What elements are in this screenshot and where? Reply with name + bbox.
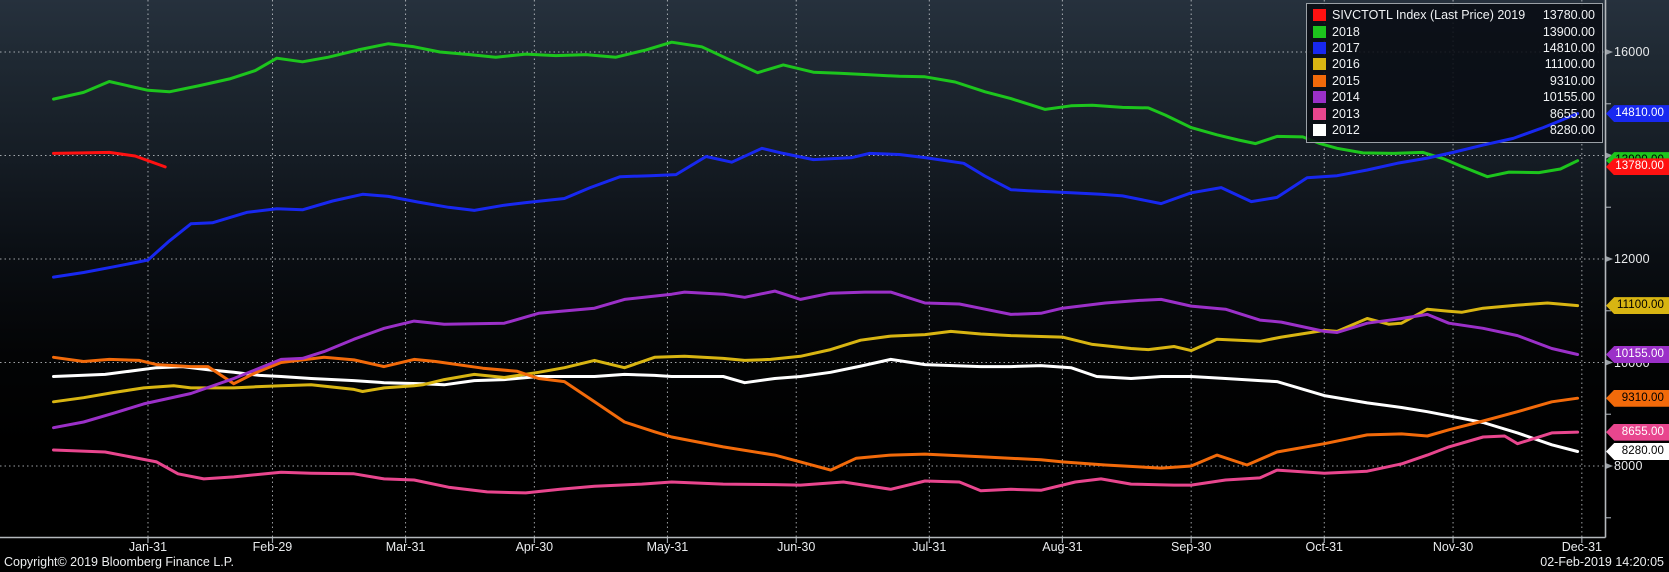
price-flag-2012: 8280.00 <box>1606 443 1669 460</box>
bloomberg-seasonal-chart-window: 1600012000100008000 Jan-31Feb-29Mar-31Ap… <box>0 0 1669 572</box>
y-axis-label: 12000 <box>1614 251 1668 267</box>
x-axis-label: May-31 <box>635 540 699 555</box>
price-flag-2016: 11100.00 <box>1606 297 1669 314</box>
legend-row-2013[interactable]: 2013 8655.00 <box>1313 105 1595 121</box>
series-line-2013[interactable] <box>54 432 1578 493</box>
series-line-2014[interactable] <box>54 291 1578 428</box>
legend-row-2017[interactable]: 2017 14810.00 <box>1313 40 1595 56</box>
x-axis-label: Feb-29 <box>240 540 304 555</box>
legend-swatch-icon <box>1313 124 1326 136</box>
price-flag-2017: 14810.00 <box>1606 105 1669 122</box>
y-axis-label: 16000 <box>1614 44 1668 60</box>
legend-row-2019[interactable]: SIVCTOTL Index (Last Price) 2019 13780.00 <box>1313 7 1595 23</box>
legend-series-label: 2013 <box>1332 107 1360 121</box>
legend-swatch-icon <box>1313 42 1326 54</box>
legend-swatch-icon <box>1313 108 1326 120</box>
legend-row-2012[interactable]: 2012 8280.00 <box>1313 122 1595 138</box>
legend-swatch-icon <box>1313 26 1326 38</box>
price-flag-2019: 13780.00 <box>1606 158 1669 175</box>
legend-series-label: 2018 <box>1332 25 1360 39</box>
legend-series-label: 2014 <box>1332 90 1360 104</box>
x-axis-label: Jun-30 <box>764 540 828 555</box>
legend-swatch-icon <box>1313 91 1326 103</box>
legend-row-2016[interactable]: 2016 11100.00 <box>1313 56 1595 72</box>
legend-series-value: 13780.00 <box>1543 8 1595 22</box>
x-axis-label: Aug-31 <box>1030 540 1094 555</box>
x-axis-label: Dec-31 <box>1550 540 1614 555</box>
legend-swatch-icon <box>1313 75 1326 87</box>
legend-series-value: 10155.00 <box>1543 90 1595 104</box>
legend-series-label: SIVCTOTL Index (Last Price) 2019 <box>1332 8 1525 22</box>
price-flag-2013: 8655.00 <box>1606 424 1669 441</box>
legend-row-2014[interactable]: 2014 10155.00 <box>1313 89 1595 105</box>
legend-series-label: 2012 <box>1332 123 1360 137</box>
x-axis-label: Nov-30 <box>1421 540 1485 555</box>
x-axis-label: Jan-31 <box>116 540 180 555</box>
copyright-text: Copyright© 2019 Bloomberg Finance L.P. <box>4 555 234 569</box>
series-line-2016[interactable] <box>54 303 1578 402</box>
y-axis-label: 8000 <box>1614 458 1668 474</box>
legend-series-value: 14810.00 <box>1543 41 1595 55</box>
x-axis-label: Mar-31 <box>374 540 438 555</box>
chart-legend: SIVCTOTL Index (Last Price) 2019 13780.00… <box>1307 4 1602 142</box>
price-flag-2015: 9310.00 <box>1606 390 1669 407</box>
timestamp-text: 02-Feb-2019 14:20:05 <box>1540 555 1664 569</box>
legend-series-label: 2016 <box>1332 57 1360 71</box>
legend-series-value: 8280.00 <box>1550 123 1595 137</box>
price-flag-2014: 10155.00 <box>1606 346 1669 363</box>
series-line-2019[interactable] <box>54 152 166 167</box>
legend-swatch-icon <box>1313 9 1326 21</box>
legend-series-value: 9310.00 <box>1550 74 1595 88</box>
legend-row-2018[interactable]: 2018 13900.00 <box>1313 23 1595 39</box>
x-axis-label: Oct-31 <box>1292 540 1356 555</box>
legend-series-label: 2017 <box>1332 41 1360 55</box>
legend-series-label: 2015 <box>1332 74 1360 88</box>
legend-series-value: 8655.00 <box>1550 107 1595 121</box>
x-axis-label: Sep-30 <box>1159 540 1223 555</box>
legend-row-2015[interactable]: 2015 9310.00 <box>1313 73 1595 89</box>
legend-swatch-icon <box>1313 58 1326 70</box>
x-axis-label: Jul-31 <box>897 540 961 555</box>
x-axis-label: Apr-30 <box>502 540 566 555</box>
legend-series-value: 13900.00 <box>1543 25 1595 39</box>
legend-series-value: 11100.00 <box>1545 57 1595 71</box>
